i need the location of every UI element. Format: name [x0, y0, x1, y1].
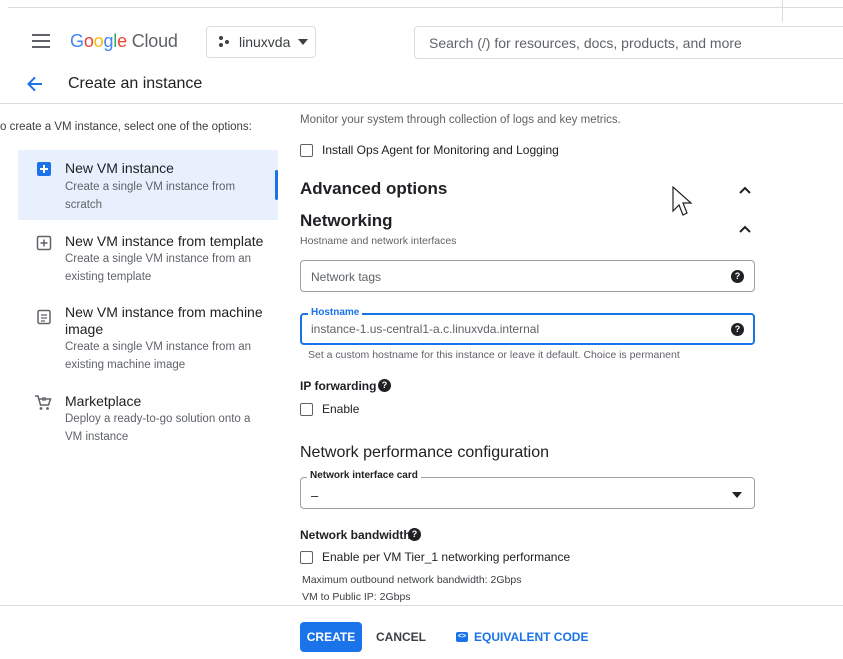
project-dots-icon [219, 35, 233, 49]
back-arrow-icon[interactable] [26, 75, 44, 93]
ip-forwarding-checkbox[interactable] [300, 402, 313, 416]
option-new-vm-from-machine-image[interactable]: New VM instance from machine image Creat… [18, 301, 278, 381]
network-tags-input[interactable]: Network tags ? [300, 260, 755, 292]
option-desc: scratch [65, 199, 103, 211]
equivalent-code-button[interactable]: <> EQUIVALENT CODE [456, 622, 588, 652]
option-desc: existing machine image [65, 359, 186, 371]
advanced-options-title[interactable]: Advanced options [300, 179, 447, 199]
footer-actions: CREATE CANCEL <> EQUIVALENT CODE [0, 605, 843, 659]
scroll-indicator[interactable] [275, 170, 278, 200]
ops-agent-label: Install Ops Agent for Monitoring and Log… [322, 143, 559, 157]
dropdown-caret-icon [732, 492, 742, 498]
option-desc: existing template [65, 271, 152, 283]
option-marketplace[interactable]: Marketplace Deploy a ready-to-go solutio… [18, 391, 278, 451]
cancel-button[interactable]: CANCEL [376, 622, 426, 652]
option-new-vm-instance[interactable]: New VM instance Create a single VM insta… [18, 150, 278, 220]
option-desc: VM instance [65, 431, 129, 443]
search-input[interactable] [414, 26, 843, 59]
ip-forwarding-checkbox-row[interactable]: Enable [300, 402, 359, 416]
network-performance-title: Network performance configuration [300, 444, 550, 461]
hostname-input[interactable]: Hostname instance-1.us-central1-a.c.linu… [300, 307, 755, 345]
ops-agent-checkbox[interactable] [300, 143, 313, 157]
logo-letter: e [117, 31, 127, 51]
option-title: New VM instance from machine [65, 304, 263, 320]
caret-down-icon [298, 39, 309, 45]
network-tags-placeholder: Network tags [311, 270, 382, 284]
hostname-label: Hostname [308, 307, 363, 318]
option-title: New VM instance from template [65, 233, 264, 249]
option-new-vm-from-template[interactable]: New VM instance from template Create a s… [18, 229, 278, 289]
logo-letter: G [70, 31, 84, 51]
logo-letter: o [83, 31, 94, 51]
vm-public-ip-text: VM to Public IP: 2Gbps [302, 591, 411, 603]
create-button[interactable]: CREATE [300, 622, 362, 652]
template-icon [36, 235, 52, 251]
networking-subtitle: Hostname and network interfaces [300, 235, 457, 247]
ip-forwarding-label: IP forwarding [300, 379, 377, 393]
nic-label: Network interface card [307, 470, 421, 481]
help-icon[interactable]: ? [731, 270, 744, 283]
hostname-help-text: Set a custom hostname for this instance … [308, 349, 680, 361]
monitor-description: Monitor your system through collection o… [300, 114, 621, 126]
ops-agent-checkbox-row[interactable]: Install Ops Agent for Monitoring and Log… [300, 143, 559, 157]
tier1-label: Enable per VM Tier_1 networking performa… [322, 550, 571, 564]
page-title: Create an instance [68, 75, 203, 92]
top-bar: Google Cloud linuxvda [0, 0, 843, 64]
add-box-icon [37, 162, 51, 176]
menu-icon[interactable] [32, 34, 50, 48]
divider [782, 0, 783, 22]
max-bandwidth-text: Maximum outbound network bandwidth: 2Gbp… [302, 574, 522, 586]
page-header: Create an instance [0, 64, 843, 104]
logo-letter: o [93, 31, 104, 51]
project-name: linuxvda [239, 34, 291, 50]
network-interface-card-select[interactable]: Network interface card – [300, 470, 755, 509]
options-intro: o create a VM instance, select one of th… [0, 121, 252, 133]
chevron-up-icon[interactable] [738, 224, 752, 234]
hostname-placeholder: instance-1.us-central1-a.c.linuxvda.inte… [311, 322, 540, 336]
cart-icon [35, 395, 52, 410]
option-title: image [65, 321, 104, 337]
code-icon: <> [456, 632, 468, 642]
option-desc: Deploy a ready-to-go solution onto a [65, 413, 251, 425]
tier1-checkbox-row[interactable]: Enable per VM Tier_1 networking performa… [300, 550, 570, 564]
google-cloud-logo[interactable]: Google Cloud [70, 31, 178, 52]
logo-cloud-text: Cloud [131, 31, 178, 51]
help-icon[interactable]: ? [378, 379, 391, 392]
equivalent-code-label: EQUIVALENT CODE [474, 630, 589, 644]
network-bandwidth-label: Network bandwidth [300, 528, 411, 542]
project-selector-button[interactable]: linuxvda [206, 26, 316, 58]
option-title: Marketplace [65, 393, 142, 409]
chevron-up-icon[interactable] [738, 185, 752, 195]
option-desc: Create a single VM instance from an [65, 341, 252, 353]
enable-label: Enable [322, 402, 360, 416]
nic-value: – [311, 488, 319, 503]
help-icon[interactable]: ? [408, 528, 421, 541]
help-icon[interactable]: ? [731, 323, 744, 336]
networking-title[interactable]: Networking [300, 211, 393, 231]
logo-letter: g [103, 31, 114, 51]
option-title: New VM instance [65, 160, 174, 176]
machine-image-icon [37, 309, 51, 325]
option-desc: Create a single VM instance from an [65, 253, 252, 265]
options-pane: o create a VM instance, select one of th… [0, 105, 280, 605]
tier1-checkbox[interactable] [300, 550, 313, 564]
divider [8, 7, 843, 8]
option-desc: Create a single VM instance from [65, 181, 236, 193]
mouse-cursor-icon [672, 186, 693, 216]
